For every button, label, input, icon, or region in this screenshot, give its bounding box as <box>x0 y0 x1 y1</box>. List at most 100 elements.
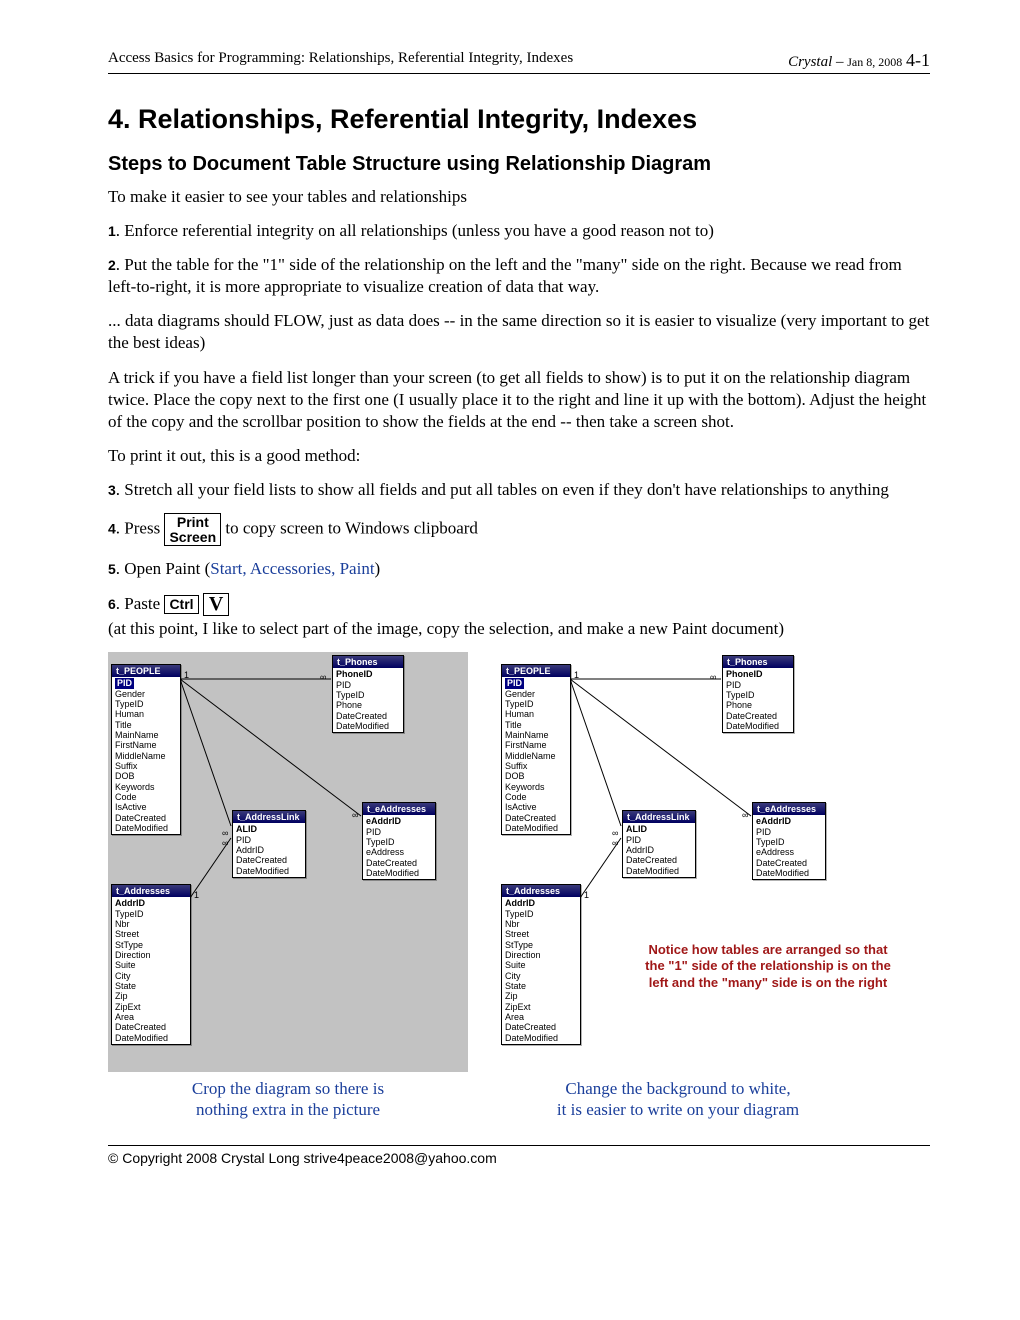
intro-paragraph: To make it easier to see your tables and… <box>108 186 930 208</box>
field: MiddleName <box>115 751 177 761</box>
field: Direction <box>115 950 187 960</box>
step-2-text: . Put the table for the "1" side of the … <box>108 255 902 296</box>
paragraph-flow: ... data diagrams should FLOW, just as d… <box>108 310 930 354</box>
field: TypeID <box>726 690 790 700</box>
step-5: 5. Open Paint (Start, Accessories, Paint… <box>108 558 930 580</box>
table-title: t_Addresses <box>112 885 190 897</box>
table-title: t_PEOPLE <box>502 665 570 677</box>
field: Code <box>115 792 177 802</box>
step-5-num: 5 <box>108 561 116 577</box>
field: State <box>115 981 187 991</box>
print-screen-key: PrintScreen <box>164 513 221 546</box>
field: Suffix <box>115 761 177 771</box>
step-1: 1. Enforce referential integrity on all … <box>108 220 930 242</box>
step-4-text-b: to copy screen to Windows clipboard <box>221 519 478 538</box>
step-1-num: 1 <box>108 223 116 239</box>
field: Human <box>505 709 567 719</box>
field: TypeID <box>115 699 177 709</box>
field-pk: PID <box>115 678 177 688</box>
ctrl-key: Ctrl <box>164 595 198 614</box>
step-2-num: 2 <box>108 257 116 273</box>
field: Phone <box>336 700 400 710</box>
field: DateModified <box>336 721 400 731</box>
field: Title <box>115 720 177 730</box>
field: eAddress <box>756 847 822 857</box>
field: eAddress <box>366 847 432 857</box>
diagram-left: 1 ∞ ∞ ∞ ∞ 1 t_PEOPLEPIDGenderTypeIDHuman… <box>108 652 468 1072</box>
field: PID <box>756 827 822 837</box>
table-title: t_Phones <box>333 656 403 668</box>
table-t_AddressLink: t_AddressLinkALIDPIDAddrIDDateCreatedDat… <box>232 810 306 878</box>
callout-text: Notice how tables are arranged so that t… <box>638 942 898 991</box>
field: DOB <box>115 771 177 781</box>
table-title: t_eAddresses <box>753 803 825 815</box>
step-6: 6. Paste Ctrl V <box>108 593 930 617</box>
page-header: Access Basics for Programming: Relations… <box>108 50 930 74</box>
field: Suite <box>505 960 577 970</box>
field: PID <box>366 827 432 837</box>
field: City <box>115 971 187 981</box>
field: Title <box>505 720 567 730</box>
field: Keywords <box>505 782 567 792</box>
paragraph-trick: A trick if you have a field list longer … <box>108 367 930 433</box>
header-date: Jan 8, 2008 <box>847 55 902 69</box>
table-title: t_Addresses <box>502 885 580 897</box>
field: TypeID <box>505 909 577 919</box>
field: Human <box>115 709 177 719</box>
field: ZipExt <box>505 1002 577 1012</box>
table-t_Phones: t_PhonesPhoneIDPIDTypeIDPhoneDateCreated… <box>722 655 794 733</box>
step-3-num: 3 <box>108 482 116 498</box>
field: Zip <box>115 991 187 1001</box>
step-4: 4. Press PrintScreen to copy screen to W… <box>108 513 930 546</box>
header-left: Access Basics for Programming: Relations… <box>108 50 573 71</box>
field: PID <box>726 680 790 690</box>
field: DateCreated <box>756 858 822 868</box>
table-t_Phones: t_PhonesPhoneIDPIDTypeIDPhoneDateCreated… <box>332 655 404 733</box>
table-title: t_AddressLink <box>623 811 695 823</box>
step-6-num: 6 <box>108 596 116 612</box>
heading-chapter: 4. Relationships, Referential Integrity,… <box>108 104 930 135</box>
table-title: t_PEOPLE <box>112 665 180 677</box>
step-4-num: 4 <box>108 521 116 537</box>
table-title: t_AddressLink <box>233 811 305 823</box>
field: DateCreated <box>626 855 692 865</box>
header-page: 4-1 <box>906 50 930 70</box>
page-footer: © Copyright 2008 Crystal Long strive4pea… <box>108 1145 930 1166</box>
field-pk: PhoneID <box>336 669 400 679</box>
field: Phone <box>726 700 790 710</box>
table-t_AddressLink: t_AddressLinkALIDPIDAddrIDDateCreatedDat… <box>622 810 696 878</box>
field: Area <box>505 1012 577 1022</box>
field: Code <box>505 792 567 802</box>
field: State <box>505 981 577 991</box>
field: DateModified <box>115 823 177 833</box>
field: DateCreated <box>115 813 177 823</box>
step-4-text-a: . Press <box>116 519 165 538</box>
field: Gender <box>505 689 567 699</box>
table-t_PEOPLE: t_PEOPLEPIDGenderTypeIDHumanTitleMainNam… <box>111 664 181 835</box>
step-3: 3. Stretch all your field lists to show … <box>108 479 930 501</box>
field: DateModified <box>505 823 567 833</box>
diagram-right: 1 ∞ ∞ ∞ ∞ 1 Notice how tables are arrang… <box>498 652 858 1072</box>
step-6-text-a: . Paste <box>116 594 165 613</box>
field: DateCreated <box>505 813 567 823</box>
field: Suffix <box>505 761 567 771</box>
field: MiddleName <box>505 751 567 761</box>
header-right: Crystal – Jan 8, 2008 4-1 <box>788 50 930 71</box>
field: FirstName <box>115 740 177 750</box>
table-t_PEOPLE: t_PEOPLEPIDGenderTypeIDHumanTitleMainNam… <box>501 664 571 835</box>
field: DateCreated <box>336 711 400 721</box>
field-pk: ALID <box>626 824 692 834</box>
diagram-left-wrap: 1 ∞ ∞ ∞ ∞ 1 t_PEOPLEPIDGenderTypeIDHuman… <box>108 652 468 1121</box>
field: DateModified <box>505 1033 577 1043</box>
field: Area <box>115 1012 187 1022</box>
step-5-text-a: . Open Paint ( <box>116 559 210 578</box>
field: PID <box>626 835 692 845</box>
step-5-link: Start, Accessories, Paint <box>210 559 374 578</box>
field: StType <box>505 940 577 950</box>
step-3-text: . Stretch all your field lists to show a… <box>116 480 889 499</box>
field: DateModified <box>626 866 692 876</box>
field: DateModified <box>366 868 432 878</box>
field-pk: eAddrID <box>756 816 822 826</box>
field: DateCreated <box>236 855 302 865</box>
diagram-right-wrap: 1 ∞ ∞ ∞ ∞ 1 Notice how tables are arrang… <box>498 652 858 1121</box>
